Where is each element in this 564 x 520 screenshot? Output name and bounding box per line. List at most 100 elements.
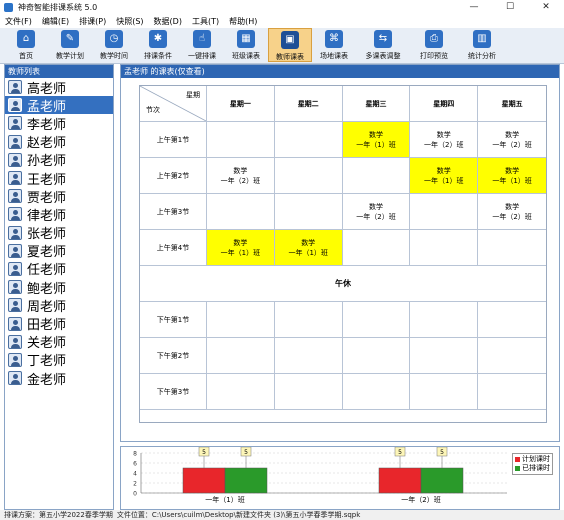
timetable-cell[interactable] — [410, 194, 479, 230]
period-label: 上午第3节 — [140, 194, 207, 230]
teacher-list-item[interactable]: 张老师 — [5, 224, 113, 242]
maximize-button[interactable]: ☐ — [492, 0, 528, 14]
app-window: 神奇智能排课系统 5.0 — ☐ ✕ 文件(F) 编辑(E) 排课(P) 快照(… — [0, 0, 564, 520]
cell-subject: 数学 — [436, 130, 451, 139]
menu-snapshot[interactable]: 快照(S) — [111, 16, 148, 27]
toolbar-button-1[interactable]: ✎ 教学计划 — [48, 28, 92, 62]
timetable-cell[interactable] — [478, 302, 546, 338]
teacher-name: 田老师 — [27, 318, 67, 334]
timetable-row: 下午第3节 — [140, 374, 546, 410]
timetable-cell[interactable] — [274, 374, 343, 410]
menu-bar: 文件(F) 编辑(E) 排课(P) 快照(S) 数据(D) 工具(T) 帮助(H… — [0, 14, 564, 28]
toolbar-button-3[interactable]: ✱ 排课条件 — [136, 28, 180, 62]
day-header: 星期一 — [207, 86, 275, 122]
teacher-list-item[interactable]: 孙老师 — [5, 151, 113, 169]
timetable-cell[interactable]: 数学 一年（1）班 — [342, 122, 411, 158]
teacher-list-item[interactable]: 李老师 — [5, 114, 113, 133]
toolbar-button-0[interactable]: ⌂ 首页 — [4, 28, 48, 62]
toolbar-button-2[interactable]: ◷ 教学时间 — [92, 28, 136, 62]
teacher-list-item[interactable]: 贾老师 — [5, 187, 113, 206]
close-button[interactable]: ✕ — [528, 0, 564, 14]
timetable-cell[interactable] — [410, 302, 479, 338]
timetable-cell[interactable] — [478, 230, 546, 266]
teacher-list-item[interactable]: 金老师 — [5, 369, 113, 388]
cell-class: 一年（1）班 — [220, 248, 261, 257]
timetable-cell[interactable] — [207, 194, 275, 230]
minimize-button[interactable]: — — [456, 0, 492, 14]
chart-y-tick: 0 — [133, 491, 137, 498]
timetable-cell[interactable] — [274, 122, 343, 158]
toolbar-button-5[interactable]: ▦ 班级课表 — [224, 28, 268, 62]
timetable-row: 上午第2节 数学 一年（2）班 数学 一年（1）班 数学 一年（1）班 — [140, 158, 546, 194]
timetable-cell[interactable]: 数学 一年（1）班 — [410, 158, 479, 194]
timetable-cell[interactable]: 数学 一年（1）班 — [478, 158, 546, 194]
toolbar-label: 首页 — [19, 52, 33, 60]
teacher-list-item[interactable]: 田老师 — [5, 314, 113, 334]
timetable-cell[interactable] — [410, 338, 479, 374]
timetable-cell[interactable] — [342, 302, 411, 338]
timetable-cell[interactable] — [274, 194, 343, 230]
teacher-icon — [8, 207, 22, 222]
timetable-cell[interactable] — [478, 374, 546, 410]
teacher-list-item[interactable]: 王老师 — [5, 169, 113, 188]
cell-class: 一年（1）班 — [492, 176, 532, 185]
menu-tools[interactable]: 工具(T) — [187, 16, 224, 27]
timetable-cell[interactable] — [342, 338, 411, 374]
timetable-cell[interactable]: 数学 一年（1）班 — [274, 230, 343, 266]
timetable-cell[interactable] — [410, 374, 479, 410]
timetable-cell[interactable] — [478, 338, 546, 374]
timetable-cell[interactable] — [342, 230, 411, 266]
toolbar-button-7[interactable]: ⌘ 场地课表 — [312, 28, 356, 62]
teacher-list-item[interactable]: 任老师 — [5, 260, 113, 278]
menu-edit[interactable]: 编辑(E) — [37, 16, 74, 27]
status-file: 文件位置：C:\Users\cuilm\Desktop\新建文件夹 (3)\第五… — [116, 511, 361, 519]
timetable-cell[interactable]: 数学 一年（2）班 — [478, 194, 546, 230]
timetable-cell[interactable]: 数学 一年（2）班 — [207, 158, 275, 194]
teacher-list-item[interactable]: 丁老师 — [5, 351, 113, 369]
timetable-cell[interactable]: 数学 一年（1）班 — [207, 230, 275, 266]
toolbar-button-6[interactable]: ▣ 教师课表 — [268, 28, 312, 62]
timetable-cell[interactable] — [207, 374, 275, 410]
timetable-cell[interactable] — [342, 158, 411, 194]
menu-help[interactable]: 帮助(H) — [224, 16, 262, 27]
teacher-list-item[interactable]: 律老师 — [5, 205, 113, 224]
toolbar-button-9[interactable]: ⎙ 打印预览 — [410, 28, 458, 62]
teacher-list-item[interactable]: 夏老师 — [5, 242, 113, 260]
printer-icon: ⎙ — [425, 30, 443, 48]
teacher-list-item[interactable]: 赵老师 — [5, 133, 113, 151]
toolbar-button-4[interactable]: ☝ 一键排课 — [180, 28, 224, 62]
timetable-header-row: 星期 节次 星期一 星期二 星期三 星期四 星期五 — [140, 86, 546, 122]
toolbar-button-8[interactable]: ⇆ 多课表调整 — [356, 28, 410, 62]
timetable-cell[interactable] — [274, 302, 343, 338]
timetable-cell[interactable] — [274, 338, 343, 374]
teacher-list-item[interactable]: 鲍老师 — [5, 278, 113, 297]
menu-schedule[interactable]: 排课(P) — [74, 16, 111, 27]
day-header: 星期五 — [478, 86, 546, 122]
timetable-cell[interactable] — [274, 158, 343, 194]
cell-subject: 数学 — [505, 166, 520, 175]
teacher-name: 李老师 — [27, 117, 67, 133]
teacher-list-item[interactable]: 孟老师 — [5, 96, 113, 115]
teacher-list-item[interactable]: 周老师 — [5, 296, 113, 315]
menu-data[interactable]: 数据(D) — [149, 16, 187, 27]
toolbar-button-10[interactable]: ▥ 统计分析 — [458, 28, 506, 62]
teacher-list-item[interactable]: 高老师 — [5, 78, 113, 97]
timetable-cell[interactable] — [207, 338, 275, 374]
legend-swatch — [515, 456, 520, 462]
legend-entry: 已排课时 — [515, 464, 550, 473]
chart-bar-scheduled — [420, 467, 464, 494]
period-label: 上午第4节 — [140, 230, 207, 266]
teacher-icon — [8, 261, 22, 276]
timetable-cell[interactable] — [410, 230, 479, 266]
teacher-list-item[interactable]: 关老师 — [5, 333, 113, 351]
timetable-cell[interactable] — [207, 122, 275, 158]
timetable-cell[interactable]: 数学 一年（2）班 — [342, 194, 411, 230]
timetable-cell[interactable] — [342, 374, 411, 410]
menu-file[interactable]: 文件(F) — [0, 16, 37, 27]
teacher-name: 周老师 — [27, 299, 67, 315]
period-label: 下午第2节 — [140, 338, 207, 374]
status-plan: 排课方案：第五小学2022春季学期 — [4, 511, 113, 519]
timetable-cell[interactable]: 数学 一年（2）班 — [478, 122, 546, 158]
timetable-cell[interactable] — [207, 302, 275, 338]
timetable-cell[interactable]: 数学 一年（2）班 — [410, 122, 479, 158]
